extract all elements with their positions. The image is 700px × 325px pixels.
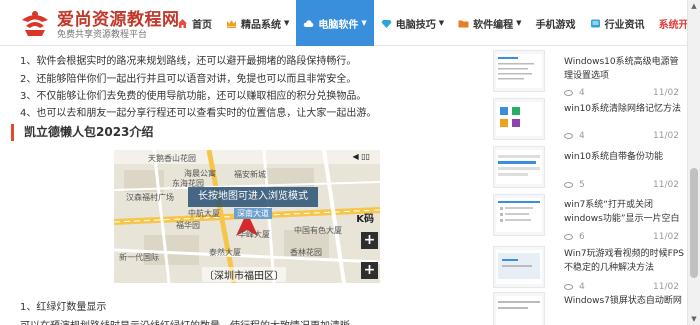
map-label: 汉森福村广场 — [126, 193, 174, 202]
article-date: 11/02 — [653, 180, 679, 190]
chevron-down-icon: ▼ — [361, 19, 367, 27]
chevron-down-icon: ▼ — [284, 19, 290, 27]
map-label: 福安新城 — [234, 170, 266, 179]
sidebar-item-4[interactable]: win7系统“打开或关闭windows功能”显示一片空白 6 11/02 — [493, 194, 683, 246]
nav-label: 行业资讯 — [604, 19, 645, 31]
article-date: 11/02 — [653, 88, 679, 98]
article-views: 4 — [564, 131, 585, 141]
article-views: 6 — [564, 232, 585, 242]
nav-item-pc-tips[interactable]: 电脑技巧 ▼ — [374, 0, 451, 46]
main-nav: 首页 精品系统 ▼ 电脑软件 ▼ 电脑技巧 ▼ 软件编程 ▼ 手机游戏 行业资讯… — [170, 0, 700, 46]
map-label: 福华园 — [176, 221, 200, 230]
article-thumbnail[interactable] — [493, 194, 545, 236]
sidebar-item-5[interactable]: Win7玩游戏看视频的时候FPS不稳定的几种解决方法 4 11/02 — [493, 246, 686, 294]
map-label: 香林花园 — [290, 248, 322, 257]
article-views: 5 — [564, 180, 585, 190]
views-count: 4 — [579, 282, 585, 292]
map-label: 华峰大厦 — [238, 230, 270, 239]
section-title: 凯立德懒人包2023介绍 — [11, 124, 153, 141]
map-label: 新一代国际 — [119, 253, 159, 262]
eye-icon — [564, 181, 573, 188]
nav-label: 软件编程 — [473, 19, 514, 31]
article-thumbnail[interactable] — [493, 246, 545, 288]
sidebar-item-6[interactable]: Windows7锁屏状态自动断网 — [493, 292, 683, 325]
map-label: 中国有色大厦 — [294, 226, 342, 235]
map-street-label: 深南大道 — [234, 208, 272, 219]
article-title-link[interactable]: Win7玩游戏看视频的时候FPS不稳定的几种解决方法 — [564, 247, 686, 275]
views-count: 5 — [579, 180, 585, 190]
article-thumbnail[interactable] — [493, 292, 545, 325]
eye-icon — [564, 132, 573, 139]
site-slogan: 免费共享资源教程平台 — [57, 30, 148, 40]
map-label: 中航大厦 — [188, 209, 220, 218]
paragraph-traffic-lights: 可以在预演规划路线时显示沿线红绿灯的数量，使行程的大致情况更加清晰。 — [20, 317, 360, 325]
site-header: 爱尚资源教程网 免费共享资源教程平台 首页 精品系统 ▼ 电脑软件 ▼ 电脑技巧… — [0, 0, 700, 46]
nav-item-premium-systems[interactable]: 精品系统 ▼ — [219, 0, 296, 46]
chevron-down-icon: ▼ — [438, 19, 445, 27]
feature-line-2: 2、还能够陪伴你们一起出行并且可以语音对讲，免提也可以而且非常安全。 — [20, 74, 357, 85]
site-logo-icon[interactable] — [18, 6, 52, 38]
feature-line-1: 1、软件会根据实时的路况来规划路线，还可以避开最拥堵的路段保持畅行。 — [20, 56, 357, 67]
map-zoom-in-button[interactable]: + — [361, 232, 378, 249]
article-views: 4 — [564, 282, 585, 292]
sidebar-item-2[interactable]: win10系统清除网络记忆方法 4 11/02 — [493, 98, 683, 144]
article-date: 11/02 — [653, 131, 679, 141]
article-title-link[interactable]: win7系统“打开或关闭windows功能”显示一片空白 — [564, 198, 686, 226]
nav-label: 首页 — [192, 19, 212, 31]
cloud-icon — [303, 18, 314, 29]
map-city-label: 〔深圳市福田区〕 — [202, 267, 286, 282]
article-views: 4 — [564, 88, 585, 98]
map-tip-banner[interactable]: 长按地图可进入浏览模式 — [188, 187, 318, 207]
article-date: 11/02 — [653, 232, 679, 242]
eye-icon — [564, 89, 573, 96]
subheading-traffic-lights: 1、红绿灯数量显示 — [20, 302, 107, 313]
nav-label: 手机游戏 — [535, 19, 576, 31]
sidebar-article-list: Windows10系统高级电源管理设置选项 4 11/02 win10系统清除网… — [488, 46, 700, 325]
article-title-link[interactable]: Windows10系统高级电源管理设置选项 — [564, 55, 686, 83]
scroll-up-arrow-icon[interactable]: ▲ — [688, 0, 700, 12]
eye-icon — [564, 233, 573, 240]
nav-item-home[interactable]: 首页 — [170, 0, 219, 46]
views-count: 4 — [579, 131, 585, 141]
article-title-link[interactable]: win10系统自带备份功能 — [564, 150, 686, 164]
map-zoom-in-button-2[interactable]: + — [361, 262, 378, 279]
page: 爱尚资源教程网 免费共享资源教程平台 首页 精品系统 ▼ 电脑软件 ▼ 电脑技巧… — [0, 0, 700, 325]
nav-label: 电脑软件 — [318, 19, 359, 31]
article-date: 11/02 — [653, 282, 679, 292]
nav-item-programming[interactable]: 软件编程 ▼ — [451, 0, 528, 46]
views-count: 6 — [579, 232, 585, 242]
article-thumbnail[interactable] — [493, 146, 545, 188]
nav-item-pc-software[interactable]: 电脑软件 ▼ — [296, 0, 374, 46]
scroll-down-arrow-icon[interactable]: ▼ — [688, 313, 700, 325]
article-title-link[interactable]: win10系统清除网络记忆方法 — [564, 102, 686, 116]
page-scrollbar[interactable]: ▲ ▼ — [687, 0, 700, 325]
map-k-code-button[interactable]: K码 — [356, 210, 374, 225]
crown-icon — [226, 18, 237, 29]
article-title-link[interactable]: Windows7锁屏状态自动断网 — [564, 294, 686, 308]
news-icon — [590, 18, 601, 29]
nav-label: 精品系统 — [241, 19, 281, 31]
sidebar-item-3[interactable]: win10系统自带备份功能 5 11/02 — [493, 146, 683, 192]
map-status-icons: ◀ ▯▯ — [352, 152, 371, 161]
article-thumbnail[interactable] — [493, 50, 545, 92]
map-label: 泰然大厦 — [209, 248, 241, 257]
feature-line-3: 3、不仅能够让你们去免费的使用导航功能，还可以赚取相应的积分兑换物品。 — [20, 91, 367, 102]
home-icon — [177, 18, 188, 29]
eye-icon — [564, 283, 573, 290]
diamond-icon — [381, 18, 392, 29]
chevron-down-icon: ▼ — [516, 19, 522, 27]
sidebar-item-1[interactable]: Windows10系统高级电源管理设置选项 4 11/02 — [493, 50, 686, 98]
article-thumbnail[interactable] — [493, 98, 545, 140]
map-label: 天鹅香山花园 — [148, 154, 196, 163]
map-screenshot: 天鹅香山花园 海晨公寓 东海花园 福安新城 汉森福村广场 中航大厦 深南大道 福… — [114, 150, 380, 283]
views-count: 4 — [579, 88, 585, 98]
feature-line-4: 4、也可以去和朋友一起分享行程还可以查看实时的位置信息，让大家一起出游。 — [20, 108, 377, 119]
nav-item-mobile-games[interactable]: 手机游戏 — [529, 0, 583, 46]
nav-item-industry-news[interactable]: 行业资讯 — [583, 0, 652, 46]
scrollbar-thumb[interactable] — [690, 168, 698, 278]
folder-icon — [458, 18, 469, 29]
nav-label: 电脑技巧 — [395, 19, 436, 31]
